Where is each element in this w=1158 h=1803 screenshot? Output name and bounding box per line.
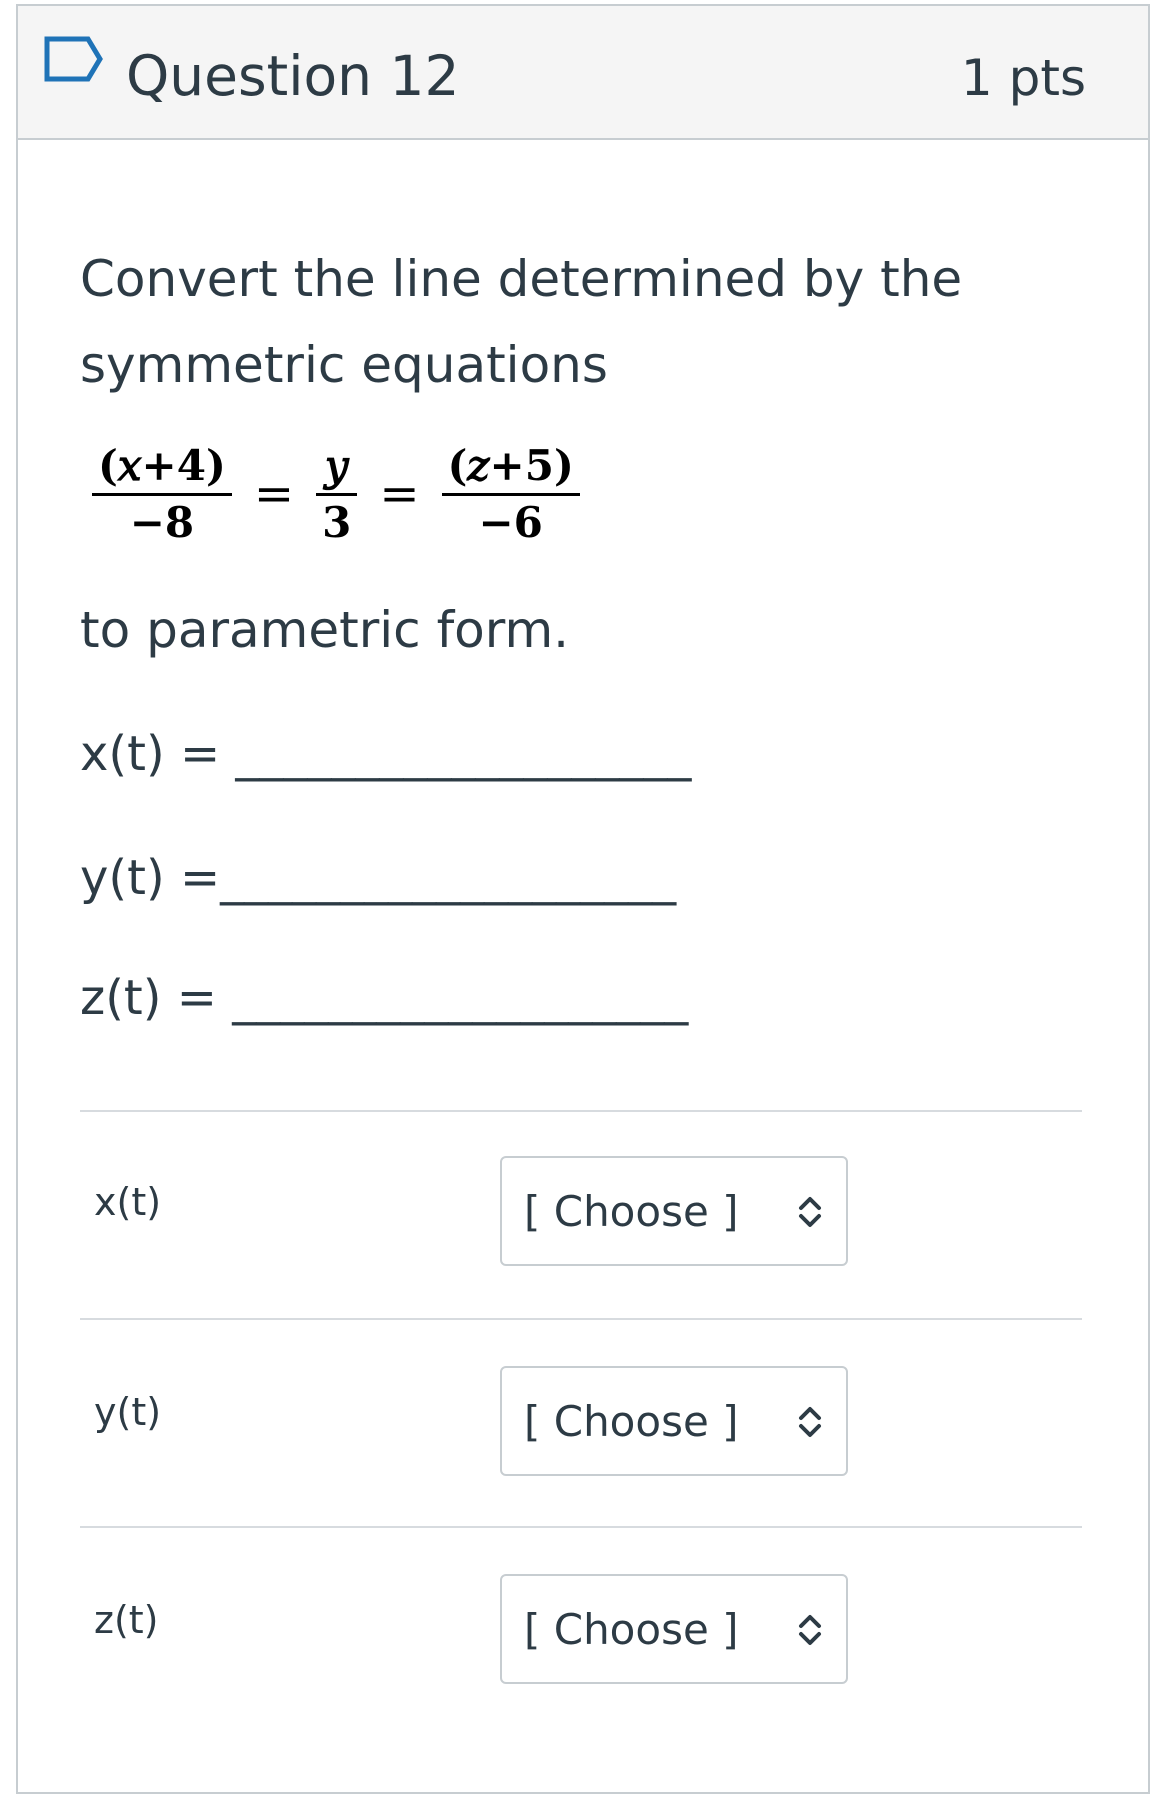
fraction-x-denominator: −8 [129,497,195,547]
blank-y: y(t) =___________________ [80,850,677,906]
select-y[interactable]: [ Choose ] [500,1366,848,1476]
question-header: Question 12 1 pts [18,6,1148,140]
symmetric-equation: (𝑥+4) −8 = 𝑦 3 = (𝑧+5) −6 [84,434,588,554]
fraction-x-numerator: (𝑥+4) [98,440,226,490]
fraction-bar [441,492,580,496]
divider [80,1526,1082,1528]
select-x[interactable]: [ Choose ] [500,1156,848,1266]
question-prompt: Convert the line determined by the symme… [80,250,963,394]
prompt-suffix: to parametric form. [80,601,570,659]
question-points: 1 pts [960,49,1086,107]
equals-sign: = [379,466,420,522]
chevron-up-down-icon [799,1407,821,1437]
bookmark-flag-icon[interactable] [42,35,106,87]
fraction-bar [316,492,358,496]
blank-x: x(t) = ___________________ [80,726,692,782]
match-label-x: x(t) [94,1180,162,1224]
fraction-z-numerator: (𝑧+5) [447,440,574,490]
divider [80,1110,1082,1112]
select-x-value: [ Choose ] [524,1187,739,1236]
divider [80,1318,1082,1320]
fraction-bar [92,492,232,496]
match-label-y: y(t) [94,1390,162,1434]
select-z-value: [ Choose ] [524,1605,739,1654]
chevron-up-down-icon [799,1197,821,1227]
fraction-y-numerator: 𝑦 [324,440,349,490]
select-y-value: [ Choose ] [524,1397,739,1446]
match-label-z: z(t) [94,1598,159,1642]
fraction-z: (𝑧+5) −6 [441,440,580,548]
equals-sign: = [253,466,295,522]
fraction-x: (𝑥+4) −8 [92,441,232,548]
question-card: Question 12 1 pts Convert the line deter… [16,4,1150,1794]
fraction-z-denominator: −6 [478,497,543,547]
blank-z: z(t) = ___________________ [80,970,689,1026]
chevron-up-down-icon [799,1615,821,1645]
fraction-y: 𝑦 3 [316,440,358,548]
question-title: Question 12 [126,44,460,108]
select-z[interactable]: [ Choose ] [500,1574,848,1684]
fraction-y-denominator: 3 [322,497,352,547]
